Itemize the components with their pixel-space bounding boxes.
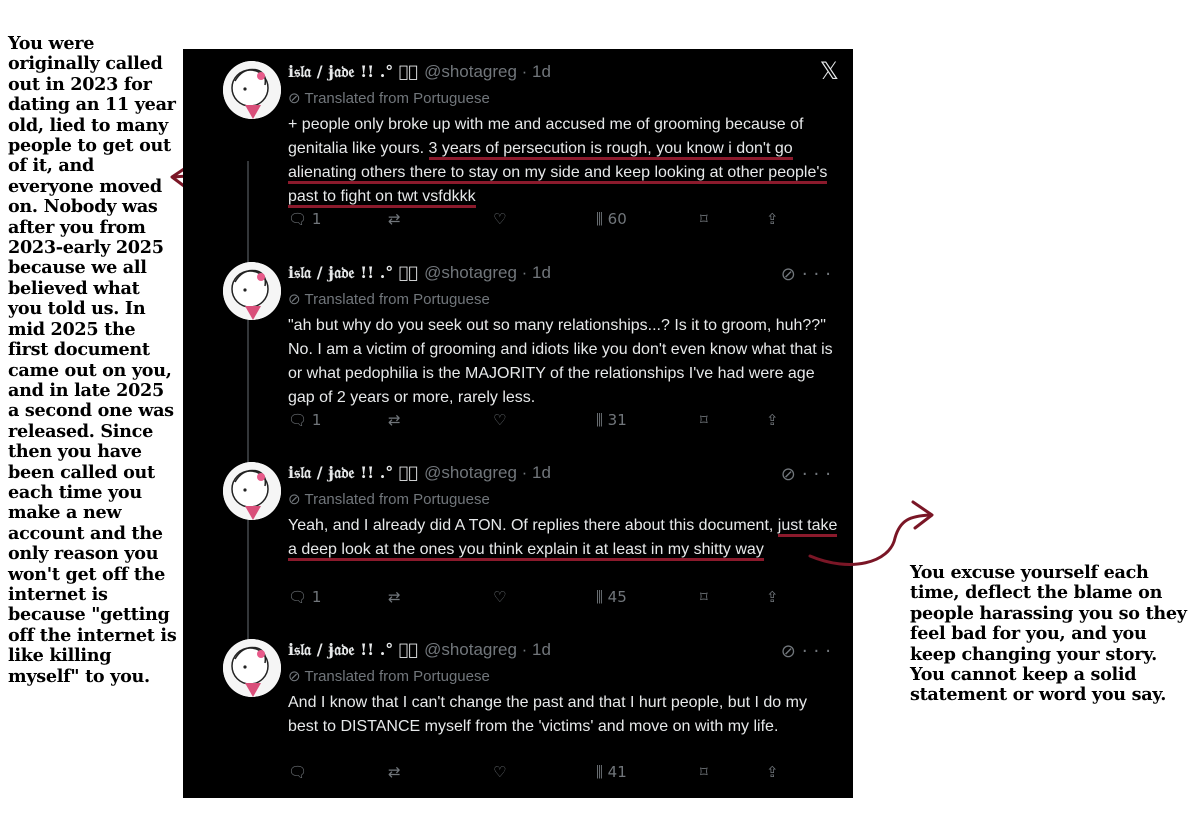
retweet-icon[interactable]: ⇄ — [388, 411, 401, 429]
bookmark-icon[interactable]: ⌑ — [700, 210, 708, 228]
reply-button[interactable]: 🗨 1 — [288, 210, 321, 228]
views-button[interactable]: ⫼ 41 — [596, 763, 627, 781]
more-icon[interactable]: ··· — [802, 641, 837, 662]
tweet-header: i𝔰𝔩𝔞 / ɉ𝔞𝔡𝔢 !! .° ꒰ͦ @shotagreg · 1d — [288, 639, 551, 661]
tweet-actions: 🗨 1 ⇄ ♡ ⫼ 45 ⌑ ⇪ — [288, 588, 788, 610]
display-name[interactable]: i𝔰𝔩𝔞 / ɉ𝔞𝔡𝔢 !! .° ꒰ͦ — [288, 640, 418, 659]
handle[interactable]: @shotagreg · 1d — [424, 263, 551, 282]
tweet-actions: 🗨 1 ⇄ ♡ ⫼ 60 ⌑ ⇪ — [288, 210, 788, 232]
translated-label: Translated from Portuguese — [304, 668, 490, 685]
grok-icon[interactable]: ⊘ — [781, 264, 802, 285]
views-button[interactable]: ⫼ 60 — [596, 210, 627, 228]
display-name[interactable]: i𝔰𝔩𝔞 / ɉ𝔞𝔡𝔢 !! .° ꒰ͦ — [288, 62, 418, 81]
views-button[interactable]: ⫼ 31 — [596, 411, 627, 429]
display-name[interactable]: i𝔰𝔩𝔞 / ɉ𝔞𝔡𝔢 !! .° ꒰ͦ — [288, 463, 418, 482]
bookmark-icon[interactable]: ⌑ — [700, 588, 708, 606]
tweet-text-plain: Yeah, and I already did A TON. Of replie… — [288, 517, 778, 534]
reply-count: 1 — [311, 210, 322, 228]
tweet-actions: 🗨 1 ⇄ ♡ ⫼ 31 ⌑ ⇪ — [288, 411, 788, 433]
grok-icon[interactable]: ⊘ — [781, 641, 802, 662]
avatar[interactable] — [223, 639, 281, 697]
translation-note: ⊘ Translated from Portuguese — [288, 90, 490, 107]
reply-count: 1 — [311, 588, 322, 606]
retweet-icon[interactable]: ⇄ — [388, 763, 401, 781]
tweet: i𝔰𝔩𝔞 / ɉ𝔞𝔡𝔢 !! .° ꒰ͦ @shotagreg · 1d ⊘···… — [183, 631, 853, 796]
tweet-text: + people only broke up with me and accus… — [288, 113, 838, 209]
tweet-actions: 🗨 ⇄ ♡ ⫼ 41 ⌑ ⇪ — [288, 763, 788, 785]
handle[interactable]: @shotagreg · 1d — [424, 463, 551, 482]
right-annotation: You excuse yourself each time, deflect t… — [910, 562, 1187, 706]
tweet-header: i𝔰𝔩𝔞 / ɉ𝔞𝔡𝔢 !! .° ꒰ͦ @shotagreg · 1d — [288, 61, 551, 83]
like-icon[interactable]: ♡ — [493, 411, 506, 429]
avatar[interactable] — [223, 262, 281, 320]
views-count: 60 — [607, 210, 627, 228]
views-count: 41 — [607, 763, 627, 781]
handle[interactable]: @shotagreg · 1d — [424, 62, 551, 81]
like-icon[interactable]: ♡ — [493, 210, 506, 228]
tweet-text: "ah but why do you seek out so many rela… — [288, 314, 838, 410]
translation-note: ⊘ Translated from Portuguese — [288, 291, 490, 308]
more-icon[interactable]: ··· — [802, 464, 837, 485]
grok-icon[interactable]: ⊘ — [781, 464, 802, 485]
share-icon[interactable]: ⇪ — [766, 588, 779, 606]
tweet-header: i𝔰𝔩𝔞 / ɉ𝔞𝔡𝔢 !! .° ꒰ͦ @shotagreg · 1d — [288, 462, 551, 484]
handle[interactable]: @shotagreg · 1d — [424, 640, 551, 659]
views-button[interactable]: ⫼ 45 — [596, 588, 627, 606]
like-icon[interactable]: ♡ — [493, 763, 506, 781]
more-icon[interactable]: ··· — [802, 264, 837, 285]
tweet-text: And I know that I can't change the past … — [288, 691, 838, 739]
views-count: 45 — [607, 588, 627, 606]
tweet: i𝔰𝔩𝔞 / ɉ𝔞𝔡𝔢 !! .° ꒰ͦ @shotagreg · 1d ⊘···… — [183, 254, 853, 434]
views-count: 31 — [607, 411, 627, 429]
tweet: i𝔰𝔩𝔞 / ɉ𝔞𝔡𝔢 !! .° ꒰ͦ @shotagreg · 1d ⊘ Tr… — [183, 53, 853, 243]
retweet-icon[interactable]: ⇄ — [388, 210, 401, 228]
tweet-menu[interactable]: ⊘··· — [781, 264, 837, 285]
translation-note: ⊘ Translated from Portuguese — [288, 491, 490, 508]
like-icon[interactable]: ♡ — [493, 588, 506, 606]
translated-label: Translated from Portuguese — [304, 291, 490, 308]
avatar[interactable] — [223, 462, 281, 520]
translated-label: Translated from Portuguese — [304, 90, 490, 107]
translated-label: Translated from Portuguese — [304, 491, 490, 508]
translation-note: ⊘ Translated from Portuguese — [288, 668, 490, 685]
tweet-menu[interactable]: ⊘··· — [781, 464, 837, 485]
bookmark-icon[interactable]: ⌑ — [700, 763, 708, 781]
share-icon[interactable]: ⇪ — [766, 210, 779, 228]
reply-button[interactable]: 🗨 1 — [288, 411, 321, 429]
tweet-menu[interactable]: ⊘··· — [781, 641, 837, 662]
reply-count: 1 — [311, 411, 322, 429]
tweet: i𝔰𝔩𝔞 / ɉ𝔞𝔡𝔢 !! .° ꒰ͦ @shotagreg · 1d ⊘···… — [183, 454, 853, 624]
avatar[interactable] — [223, 61, 281, 119]
reply-icon[interactable]: 🗨 — [288, 763, 307, 781]
tweet-text: Yeah, and I already did A TON. Of replie… — [288, 514, 838, 562]
tweet-header: i𝔰𝔩𝔞 / ɉ𝔞𝔡𝔢 !! .° ꒰ͦ @shotagreg · 1d — [288, 262, 551, 284]
tweet-thread-panel: 𝕏 i𝔰𝔩𝔞 / ɉ𝔞𝔡𝔢 !! .° ꒰ͦ @shotagreg · 1d ⊘ … — [183, 49, 853, 798]
retweet-icon[interactable]: ⇄ — [388, 588, 401, 606]
share-icon[interactable]: ⇪ — [766, 411, 779, 429]
tweet-text-plain: And I know that I can't change the past … — [288, 694, 807, 735]
reply-button[interactable]: 🗨 1 — [288, 588, 321, 606]
bookmark-icon[interactable]: ⌑ — [700, 411, 708, 429]
tweet-text-plain: "ah but why do you seek out so many rela… — [288, 317, 833, 406]
share-icon[interactable]: ⇪ — [766, 763, 779, 781]
left-annotation: You were originally called out in 2023 f… — [8, 33, 177, 687]
display-name[interactable]: i𝔰𝔩𝔞 / ɉ𝔞𝔡𝔢 !! .° ꒰ͦ — [288, 263, 418, 282]
